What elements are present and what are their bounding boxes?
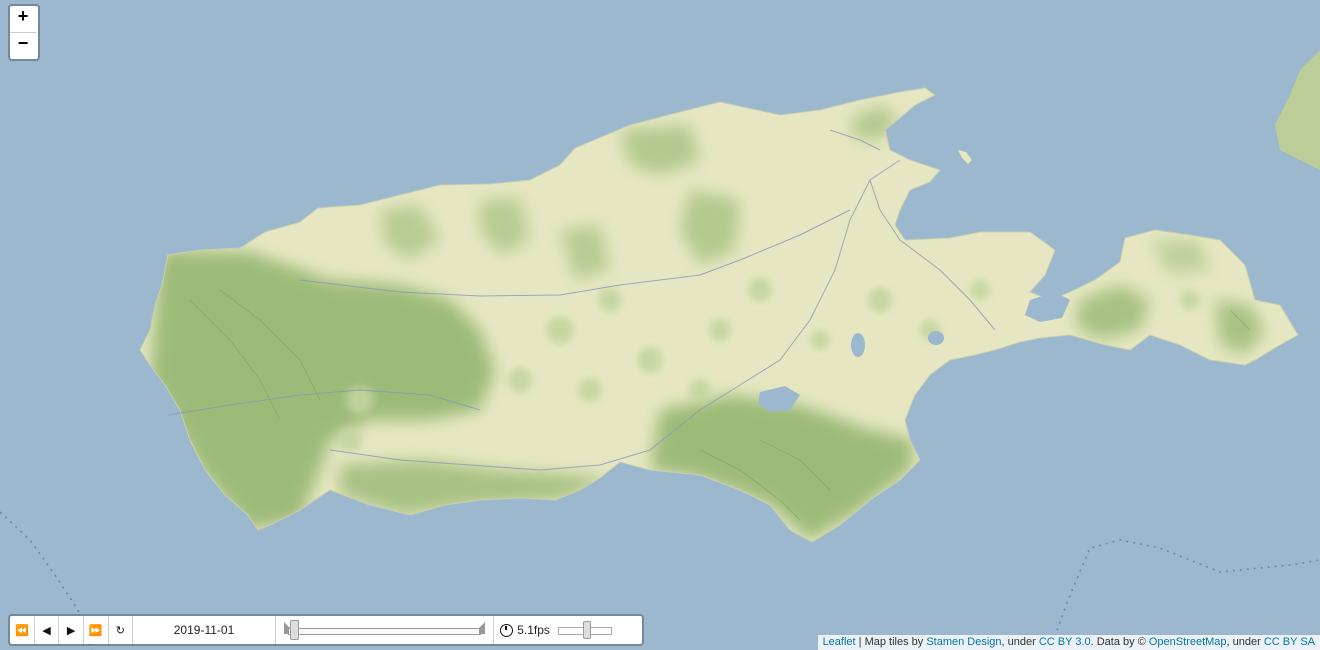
speed-control: 5.1fps bbox=[494, 616, 642, 644]
osm-link[interactable]: OpenStreetMap bbox=[1149, 636, 1227, 648]
attribution-text: , under bbox=[1001, 636, 1039, 648]
play-button[interactable]: ▶ bbox=[59, 616, 84, 644]
leaflet-link[interactable]: Leaflet bbox=[823, 636, 856, 648]
clock-icon bbox=[500, 623, 514, 637]
backward-icon: ⏪ bbox=[14, 624, 29, 637]
attribution-text: | Map tiles by bbox=[855, 636, 927, 648]
loop-icon: ↻ bbox=[115, 624, 125, 637]
time-slider-end-icon bbox=[479, 622, 486, 634]
previous-button[interactable]: ◀ bbox=[35, 616, 60, 644]
map-canvas[interactable] bbox=[0, 0, 1320, 650]
speed-slider-knob[interactable] bbox=[582, 621, 591, 639]
stamen-link[interactable]: Stamen Design bbox=[926, 636, 1001, 648]
backward-button[interactable]: ⏪ bbox=[10, 616, 35, 644]
time-slider-track[interactable] bbox=[287, 628, 482, 635]
forward-button[interactable]: ⏩ bbox=[84, 616, 109, 644]
zoom-control: + − bbox=[8, 4, 40, 61]
cc-by-link[interactable]: CC BY 3.0 bbox=[1039, 636, 1091, 648]
previous-icon: ◀ bbox=[42, 624, 51, 637]
play-icon: ▶ bbox=[66, 624, 76, 637]
zoom-in-button[interactable]: + bbox=[10, 6, 36, 32]
speed-slider[interactable] bbox=[557, 621, 612, 639]
zoom-out-button[interactable]: − bbox=[10, 32, 36, 59]
lake bbox=[928, 331, 944, 345]
time-slider-knob[interactable] bbox=[289, 620, 299, 640]
loop-button[interactable]: ↻ bbox=[109, 616, 134, 644]
lake bbox=[851, 333, 865, 357]
time-slider[interactable] bbox=[276, 616, 495, 644]
cc-by-sa-link[interactable]: CC BY SA bbox=[1264, 636, 1315, 648]
attribution-text: . Data by © bbox=[1090, 636, 1149, 648]
forward-icon: ⏩ bbox=[88, 624, 103, 637]
attribution-text: , under bbox=[1226, 636, 1264, 648]
attribution: Leaflet | Map tiles by Stamen Design, un… bbox=[817, 635, 1320, 650]
current-date[interactable]: 2019-11-01 bbox=[133, 616, 276, 644]
time-dimension-control: ⏪ ◀ ▶ ⏩ ↻ 2019-11-01 5.1fps bbox=[8, 614, 644, 646]
speed-label: 5.1fps bbox=[517, 623, 550, 637]
